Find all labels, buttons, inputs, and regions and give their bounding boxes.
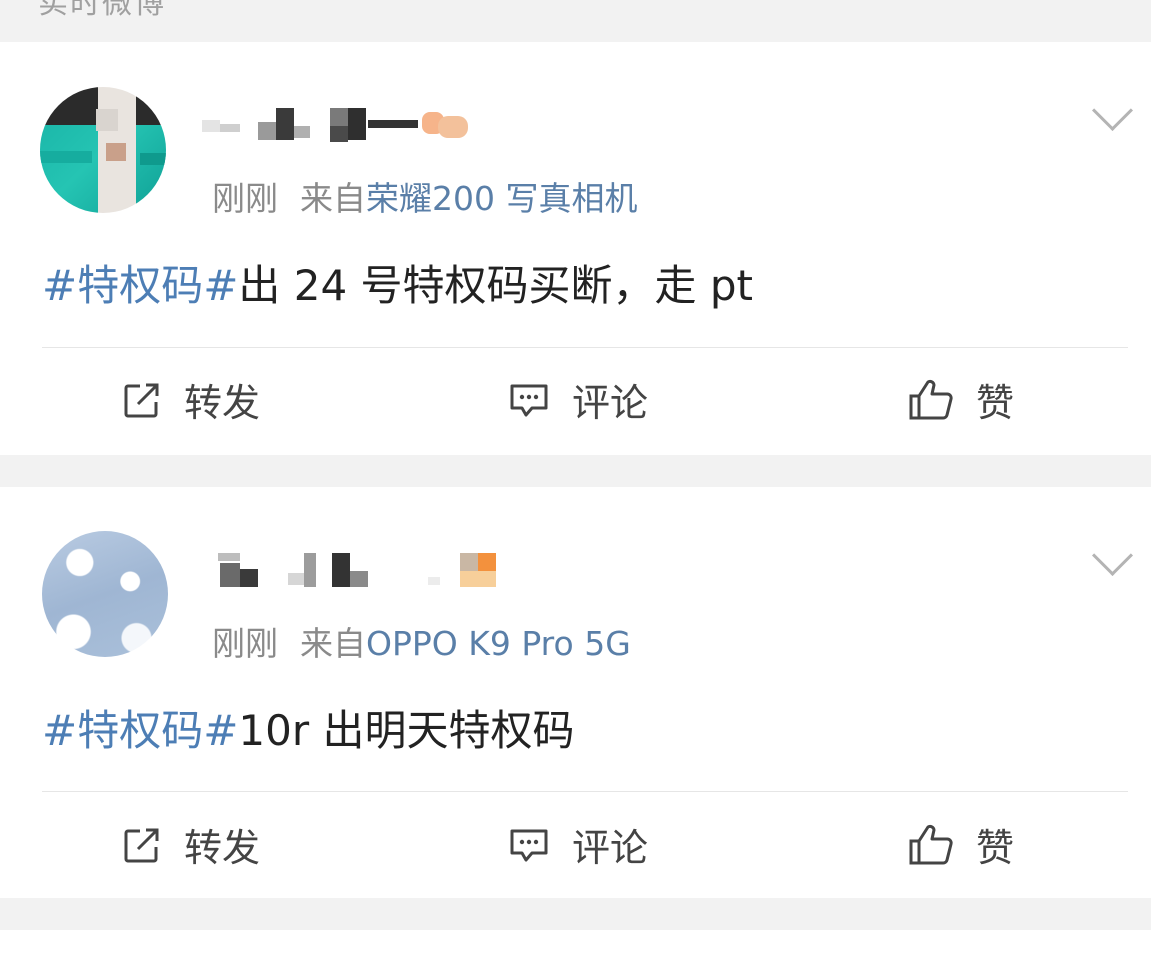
like-label: 赞 bbox=[976, 381, 1015, 425]
chevron-down-icon[interactable] bbox=[1091, 534, 1134, 577]
hashtag-link[interactable]: #特权码# bbox=[42, 261, 238, 310]
comment-icon bbox=[510, 384, 548, 416]
source-device[interactable]: 荣耀200 写真相机 bbox=[366, 179, 637, 218]
post-body: 10r 出明天特权码 bbox=[238, 706, 575, 755]
comment-button[interactable]: 评论 bbox=[508, 372, 648, 427]
source-label: 来自 bbox=[300, 624, 366, 663]
post-body: 出 24 号特权码买断，走 pt bbox=[238, 261, 754, 310]
post-time: 刚刚 bbox=[212, 624, 278, 663]
repost-icon bbox=[124, 828, 159, 862]
post-text: #特权码#出 24 号特权码买断，走 pt bbox=[42, 252, 753, 313]
next-post-card[interactable] bbox=[0, 930, 1151, 959]
like-button[interactable]: 赞 bbox=[908, 817, 1014, 872]
repost-button[interactable]: 转发 bbox=[122, 817, 260, 872]
repost-icon bbox=[124, 383, 159, 417]
repost-label: 转发 bbox=[184, 381, 261, 425]
post-card[interactable]: 刚刚 来自荣耀200 写真相机 #特权码#出 24 号特权码买断，走 pt 转发 … bbox=[0, 42, 1151, 455]
comment-label: 评论 bbox=[572, 381, 649, 425]
feed-header: 实时微博 bbox=[0, 0, 1151, 42]
username-redacted[interactable] bbox=[200, 551, 500, 587]
repost-button[interactable]: 转发 bbox=[122, 372, 260, 427]
post-time: 刚刚 bbox=[212, 179, 278, 218]
divider bbox=[42, 791, 1128, 792]
repost-label: 转发 bbox=[184, 826, 261, 870]
chevron-down-icon[interactable] bbox=[1091, 89, 1134, 132]
post-card[interactable]: 刚刚 来自OPPO K9 Pro 5G #特权码#10r 出明天特权码 转发 评论… bbox=[0, 487, 1151, 898]
comment-label: 评论 bbox=[572, 826, 649, 870]
post-meta: 刚刚 来自荣耀200 写真相机 bbox=[212, 172, 637, 220]
divider bbox=[42, 347, 1128, 348]
comment-button[interactable]: 评论 bbox=[508, 817, 648, 872]
comment-icon bbox=[510, 829, 548, 861]
username-redacted[interactable] bbox=[200, 106, 500, 142]
feed-title: 实时微博 bbox=[38, 0, 166, 21]
like-icon bbox=[909, 379, 953, 419]
like-label: 赞 bbox=[976, 826, 1015, 870]
post-meta: 刚刚 来自OPPO K9 Pro 5G bbox=[212, 617, 631, 665]
like-icon bbox=[909, 824, 953, 864]
hashtag-link[interactable]: #特权码# bbox=[42, 706, 238, 755]
post-text: #特权码#10r 出明天特权码 bbox=[42, 697, 574, 758]
source-device[interactable]: OPPO K9 Pro 5G bbox=[366, 624, 631, 663]
source-label: 来自 bbox=[300, 179, 366, 218]
avatar[interactable] bbox=[40, 87, 166, 213]
avatar[interactable] bbox=[42, 531, 168, 657]
like-button[interactable]: 赞 bbox=[908, 372, 1014, 427]
